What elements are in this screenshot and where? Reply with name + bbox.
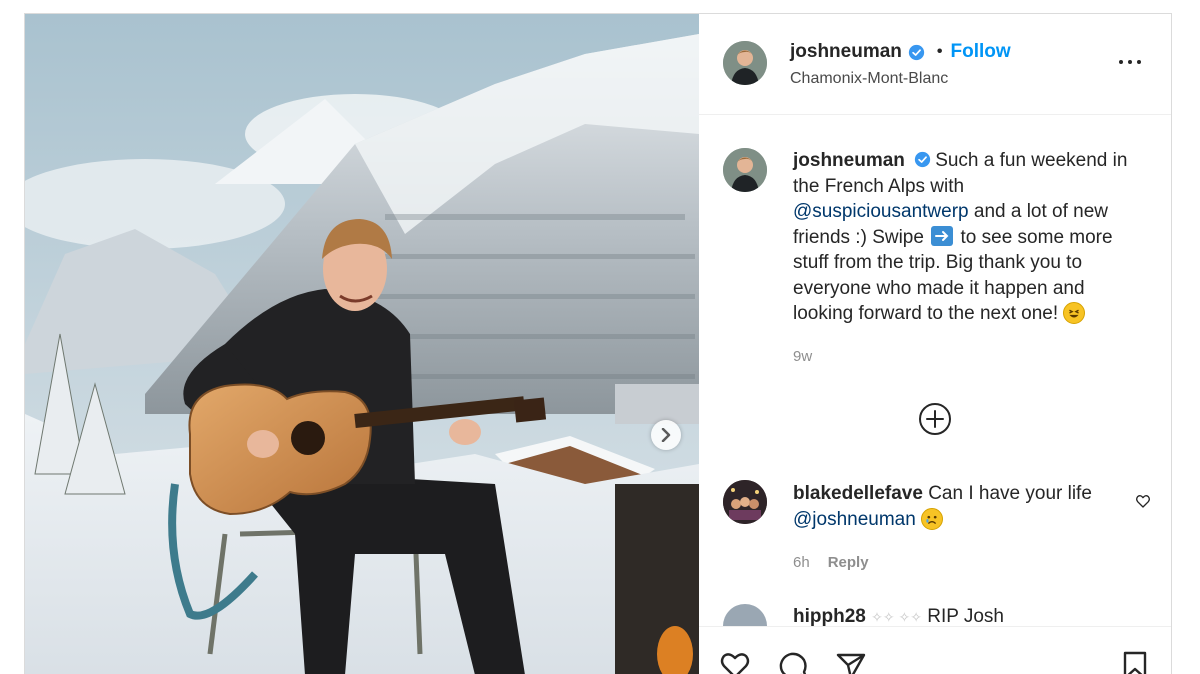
caption-username[interactable]: joshneuman [793, 150, 905, 171]
avatar[interactable] [723, 480, 767, 524]
post-actions-bar [699, 626, 1171, 674]
comment-item: blakedellefave Can I have your life @jos… [793, 481, 1123, 533]
hands-emoji-icon: ✧✧ ✧✧ [871, 609, 922, 625]
follow-button[interactable]: Follow [951, 41, 1011, 63]
carousel-next-button[interactable] [651, 420, 681, 450]
comment-item: hipph28 ✧✧ ✧✧ RIP Josh [793, 606, 1004, 628]
comment-username[interactable]: blakedellefave [793, 483, 923, 504]
avatar-image [723, 148, 767, 192]
caption-timestamp[interactable]: 9w [793, 348, 812, 365]
avatar[interactable] [723, 148, 767, 192]
post-header: joshneuman • Follow Chamonix-Mont-Blanc [699, 14, 1171, 115]
avatar-image [723, 41, 767, 85]
instagram-post-frame: joshneuman • Follow Chamonix-Mont-Blanc [24, 13, 1172, 674]
grinning-squinting-emoji-icon [1063, 302, 1086, 324]
bookmark-icon[interactable] [1119, 649, 1151, 674]
comment-text: Can I have your life [922, 483, 1092, 504]
reply-button[interactable]: Reply [828, 554, 869, 571]
comment-mention[interactable]: @joshneuman [793, 509, 916, 530]
plus-circle-icon[interactable] [918, 402, 952, 436]
comment-text: RIP Josh [921, 606, 1004, 627]
post-photo[interactable] [25, 14, 699, 674]
avatar[interactable] [723, 41, 767, 85]
post-caption: joshneuman Such a fun weekend in the Fre… [793, 148, 1143, 327]
comment-timestamp[interactable]: 6h [793, 554, 810, 571]
verified-badge-icon [915, 151, 931, 168]
author-username[interactable]: joshneuman [790, 41, 902, 63]
photo-illustration [25, 14, 699, 674]
post-author: joshneuman • Follow [790, 41, 1011, 63]
comment-icon[interactable] [777, 649, 809, 674]
sad-face-emoji-icon [921, 508, 944, 530]
paper-plane-icon[interactable] [835, 649, 867, 674]
heart-icon[interactable] [1135, 493, 1151, 509]
post-location[interactable]: Chamonix-Mont-Blanc [790, 70, 948, 88]
avatar-image [723, 480, 767, 524]
separator-dot: • [936, 43, 943, 60]
comment-meta: 6h Reply [793, 554, 869, 571]
caption-mention[interactable]: @suspiciousantwerp [793, 201, 969, 222]
chevron-right-icon [661, 428, 671, 442]
right-arrow-emoji-icon [931, 225, 954, 246]
comment-username[interactable]: hipph28 [793, 606, 866, 627]
post-side-panel: joshneuman • Follow Chamonix-Mont-Blanc [699, 14, 1171, 674]
more-options-icon[interactable] [1119, 57, 1143, 67]
verified-badge-icon [908, 44, 925, 60]
heart-icon[interactable] [719, 649, 751, 674]
